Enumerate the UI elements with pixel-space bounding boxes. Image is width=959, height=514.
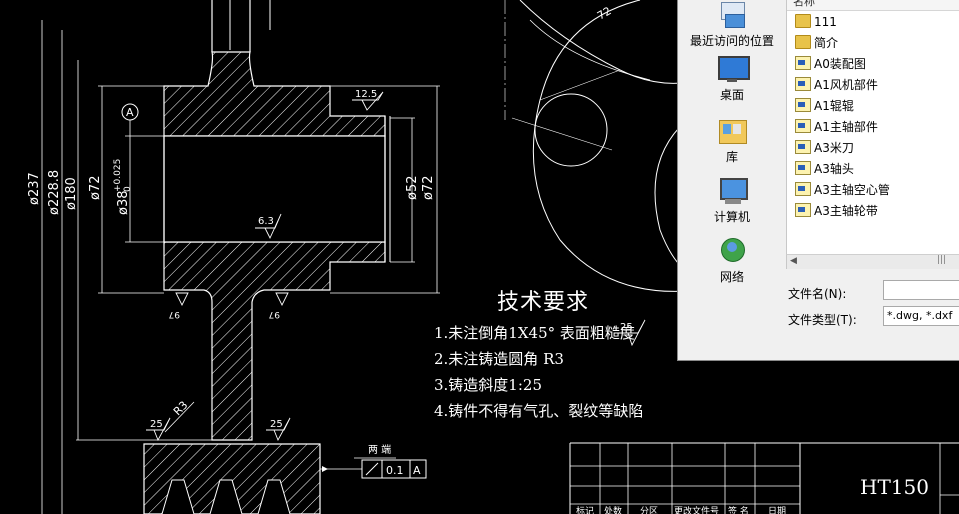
roughness-12-5: 12.5 [352,89,384,111]
dim-228-8: ø228.8 [47,170,62,215]
dim-38: ø38 [116,191,131,216]
list-item[interactable]: A3米刀 [795,138,854,158]
svg-text:两 端: 两 端 [368,443,391,456]
folder-icon [795,35,811,49]
material-label: HT150 [860,475,929,499]
file-list[interactable]: 名称 111 简介 A0装配图 A1风机部件 A1辊辊 A1主轴部件 A3米刀 … [786,0,959,254]
hub-top-section [163,51,386,137]
svg-text:处数: 处数 [604,505,622,514]
list-item[interactable]: A3轴头 [795,159,854,179]
svg-text:6.3: 6.3 [258,216,274,227]
roughness-97-right: 97 [269,292,289,319]
tech-req-4: 4.铸件不得有气孔、裂纹等缺陷 [434,402,644,420]
dim-52: ø52 [405,176,420,201]
scroll-left-icon[interactable]: ◀ [790,256,797,266]
dwg-file-icon [795,140,811,154]
svg-text:12.5: 12.5 [355,89,377,100]
dim-237: ø237 [27,172,42,205]
radius-r3: R3 [171,399,191,419]
runout-tolerance-frame: 两 端 0.1 A [320,443,427,479]
svg-text:25: 25 [270,419,283,430]
place-library[interactable]: 库 [678,116,786,165]
network-icon [715,236,749,266]
place-recent-label: 最近访问的位置 [689,34,774,48]
list-item[interactable]: A1主轴部件 [795,117,878,137]
place-desktop-label: 桌面 [719,88,744,102]
place-network-label: 网络 [719,270,744,284]
scroll-grip-icon[interactable]: ||| [937,255,946,265]
tech-req-1: 1.未注倒角1X45° 表面粗糙度 [434,324,635,342]
dim-180: ø180 [64,177,79,210]
dwg-file-icon [795,182,811,196]
place-library-label: 库 [725,150,738,164]
list-item[interactable]: A3主轴轮带 [795,201,878,221]
dwg-file-icon [795,56,811,70]
library-icon [715,116,749,146]
column-header-name[interactable]: 名称 [787,0,959,11]
roughness-25-left: 25 [146,417,171,442]
list-item[interactable]: 简介 [795,33,838,53]
svg-text:分区: 分区 [640,506,658,514]
filetype-select[interactable]: *.dwg, *.dxf [883,306,959,326]
tech-req-3: 3.铸造斜度1:25 [434,376,542,394]
svg-text:97: 97 [169,309,180,319]
desktop-icon [715,54,750,84]
place-recent[interactable]: 最近访问的位置 [678,0,786,49]
list-item[interactable]: A1辊辊 [795,96,854,116]
dwg-file-icon [795,203,811,217]
dwg-file-icon [795,119,811,133]
hub-bottom-section [163,241,386,441]
place-computer-label: 计算机 [713,210,750,224]
horizontal-scrollbar[interactable]: ◀ ||| [786,254,959,269]
svg-text:标记: 标记 [576,505,594,514]
tech-req-2: 2.未注铸造圆角 R3 [434,350,564,368]
list-item[interactable]: A0装配图 [795,54,866,74]
angle-72: 72 [595,4,614,22]
roughness-97-left: 97 [169,292,189,319]
dwg-file-icon [795,77,811,91]
recent-places-icon [715,0,749,30]
svg-text:A: A [413,464,421,477]
svg-text:25: 25 [150,419,163,430]
list-item[interactable]: 111 [795,12,837,32]
svg-text:0.1: 0.1 [386,464,404,477]
list-item[interactable]: A3主轴空心管 [795,180,890,200]
list-item[interactable]: A1风机部件 [795,75,878,95]
tol-38-upper: +0.025 [113,159,123,192]
place-desktop[interactable]: 桌面 [678,54,786,103]
filename-label: 文件名(N): [788,287,847,301]
datum-a-letter: A [126,106,134,119]
folder-icon [795,14,811,28]
place-computer[interactable]: 计算机 [678,176,786,225]
dim-72-right: ø72 [421,176,436,201]
dwg-file-icon [795,98,811,112]
open-file-dialog: 最近访问的位置 桌面 库 计算机 网络 名称 111 简介 A0装配图 A1风机… [677,0,959,361]
tol-38-lower: 0 [123,186,133,192]
places-bar: 最近访问的位置 桌面 库 计算机 网络 [678,0,786,284]
roughness-25-right: 25 [266,417,291,442]
bore [163,135,386,243]
svg-text:97: 97 [269,309,280,319]
tech-requirements-title: 技术要求 [497,290,590,315]
filetype-label: 文件类型(T): [788,313,857,327]
filename-input[interactable] [883,280,959,300]
svg-text:更改文件号: 更改文件号 [674,505,719,514]
dwg-file-icon [795,161,811,175]
svg-text:日期: 日期 [768,506,786,514]
computer-icon [715,176,749,206]
place-network[interactable]: 网络 [678,236,786,285]
side-view-hole [534,93,608,167]
dim-72-left: ø72 [88,176,103,201]
svg-text:签 名: 签 名 [728,505,749,514]
